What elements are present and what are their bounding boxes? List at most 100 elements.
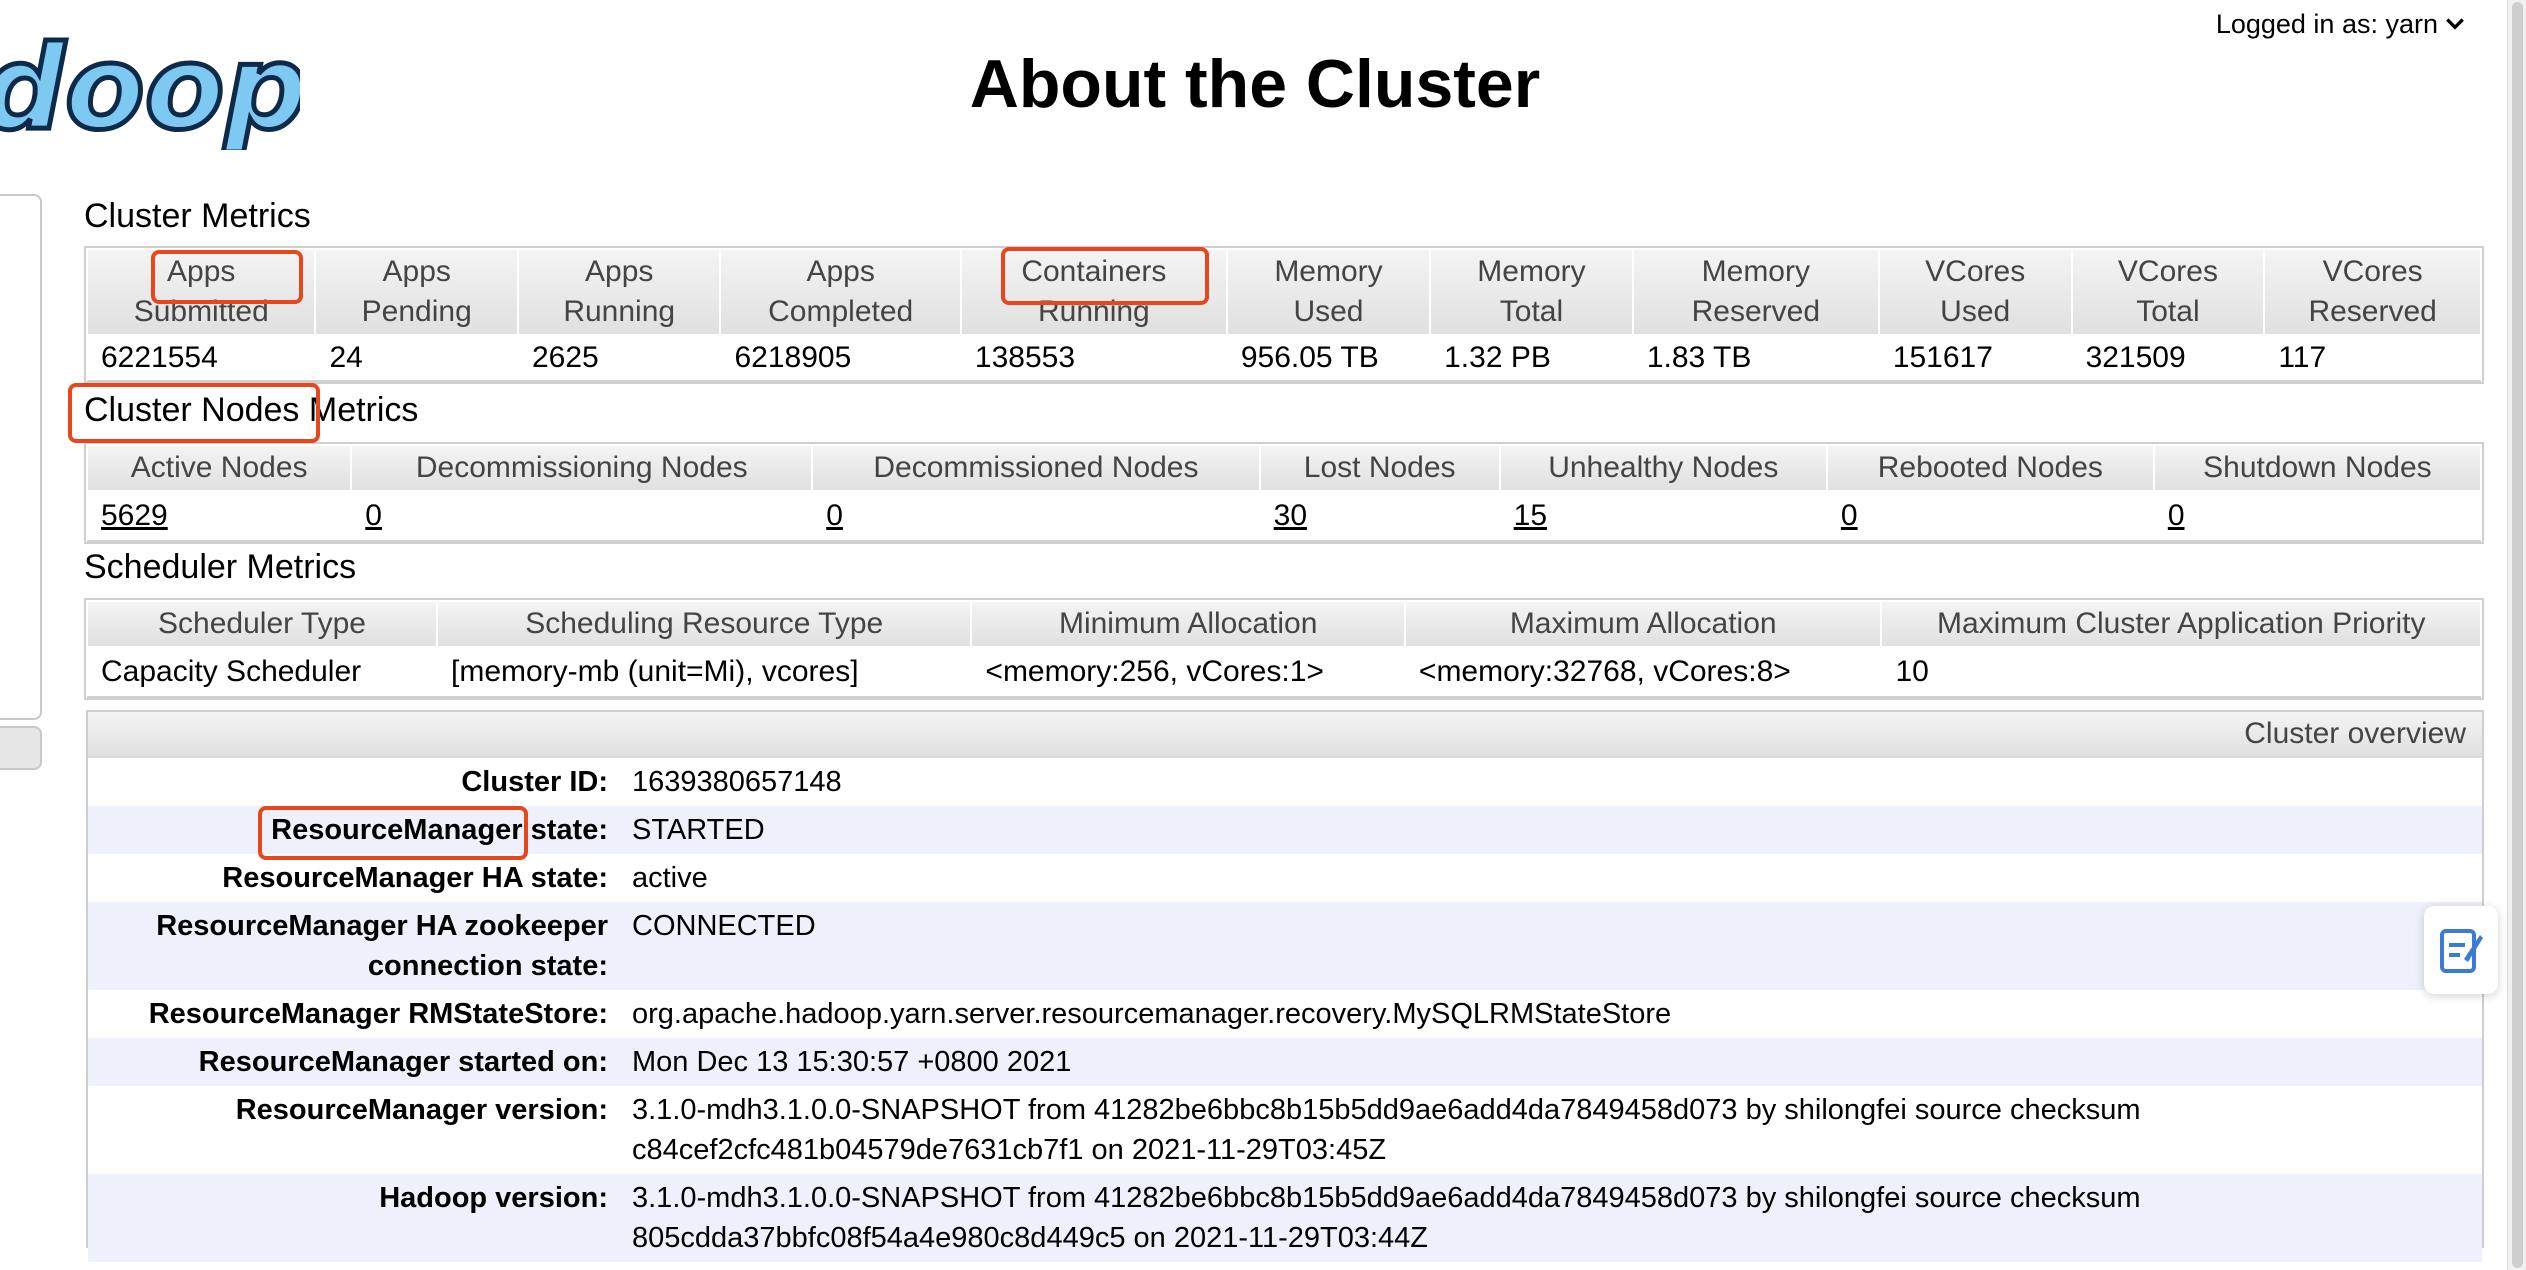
overview-label: Hadoop version: [379,1182,608,1214]
login-menu[interactable]: Logged in as: yarn [2216,4,2466,44]
metrics-column-header[interactable]: Apps Submitted [85,248,317,336]
sidebar-tools-panel[interactable] [0,726,42,770]
scheduler-column-header[interactable]: Minimum Allocation [970,600,1406,648]
nodes-count-link[interactable]: 0 [1841,499,1858,532]
scheduler-value-cell: [memory-mb (unit=Mi), vcores] [437,646,972,698]
header-line: Submitted [133,295,269,328]
login-label: Logged in as: yarn [2215,9,2438,39]
metrics-column-header[interactable]: Containers Running [959,248,1228,336]
overview-label: ResourceManager HA zookeeper connection … [156,910,608,982]
header-line: Running [563,295,676,328]
scheduler-metrics-title: Scheduler Metrics [84,548,357,586]
scheduler-column-header[interactable]: Scheduler Type [86,600,438,648]
header-line: Apps [167,255,236,288]
scheduler-column-header[interactable]: Maximum Cluster Application Priority [1880,600,2482,648]
overview-label: ResourceManager version: [235,1094,608,1126]
nodes-value-cell: 0 [2153,490,2481,542]
nodes-value-cell: 30 [1259,490,1500,542]
nodes-column-header[interactable]: Decommissioned Nodes [811,444,1261,492]
overview-label: ResourceManager HA state: [222,862,608,894]
overview-value: 1639380657148 [632,766,842,798]
cluster-metrics-title: Cluster Metrics [84,197,311,235]
nodes-count-link[interactable]: 5629 [101,499,168,532]
nodes-value-cell: 5629 [87,490,352,542]
metrics-column-header[interactable]: Memory Reserved [1631,248,1880,336]
overview-label: Cluster ID: [461,766,608,798]
metrics-column-header[interactable]: VCores Reserved [2263,248,2482,336]
header-line: Total [2136,295,2200,328]
metrics-column-header[interactable]: VCores Total [2070,248,2266,336]
nodes-count-link[interactable]: 30 [1274,499,1307,532]
cluster-nodes-title-part: Cluster Nodes [84,391,300,429]
nodes-value-cell: 0 [812,490,1260,542]
header-line: Memory [1477,255,1586,288]
header-line: Apps [585,255,654,288]
header-line: Reserved [1691,295,1821,328]
nodes-column-header[interactable]: Decommissioning Nodes [350,444,814,492]
overview-row: Hadoop version: 3.1.0-mdh3.1.0.0-SNAPSHOT… [88,1174,2482,1262]
nodes-column-header[interactable]: Lost Nodes [1258,444,1501,492]
header-line: Memory [1274,255,1383,288]
page-title: About the Cluster [969,46,1541,122]
overview-label-suffix: state: [522,814,608,846]
header-line: Apps [382,255,451,288]
page-scrollbar[interactable] [2507,0,2526,1270]
hadoop-logo[interactable]: doop [0,19,310,159]
overview-label: ResourceManager state: [88,806,632,854]
metrics-column-header[interactable]: Memory Total [1429,248,1634,336]
metrics-value-cell: 6221554 [87,334,316,382]
metrics-column-header[interactable]: Memory Used [1225,248,1432,336]
overview-value: Mon Dec 13 15:30:57 +0800 2021 [632,1046,1072,1078]
metrics-value-cell: 956.05 TB [1226,334,1431,382]
nodes-count-link[interactable]: 0 [2168,499,2185,532]
chevron-down-icon [2446,18,2464,30]
header-line: Total [1499,295,1564,328]
overview-row: ResourceManager state: STARTED [88,806,2482,854]
header-line: Reserved [2308,295,2437,328]
metrics-column-header[interactable]: Apps Pending [314,248,519,336]
cluster-nodes-metrics-table: Active Nodes Decommissioning Nodes Decommi… [84,442,2484,544]
overview-value: active [632,862,708,894]
metrics-column-header[interactable]: Apps Running [516,248,722,336]
nodes-column-header[interactable]: Rebooted Nodes [1825,444,2155,492]
feedback-button[interactable] [2424,906,2498,994]
scheduler-column-header[interactable]: Scheduling Resource Type [435,600,973,648]
overview-label: ResourceManager RMStateStore: [148,998,608,1030]
metrics-value-cell: 138553 [960,334,1227,382]
overview-row: ResourceManager version: 3.1.0-mdh3.1.0.0… [88,1086,2482,1174]
nodes-column-header[interactable]: Active Nodes [85,444,353,492]
overview-value: 3.1.0-mdh3.1.0.0-SNAPSHOT from 41282be6b… [632,1094,2141,1166]
scheduler-value-cell: 10 [1881,646,2481,698]
cluster-metrics-table: Apps Submitted Apps Pending Apps Running Apps C… [84,246,2484,384]
metrics-value-cell: 1.32 PB [1430,334,1633,382]
header-line: VCores [2117,255,2218,288]
scheduler-column-header[interactable]: Maximum Allocation [1403,600,1883,648]
nodes-count-link[interactable]: 0 [826,499,843,532]
metrics-value-cell: 6218905 [720,334,961,382]
metrics-value-cell: 321509 [2071,334,2265,382]
header-line: Used [1940,295,2011,328]
cluster-overview-header[interactable]: Cluster overview [88,712,2482,758]
metrics-value-cell: 2625 [517,334,721,382]
nodes-count-link[interactable]: 0 [365,499,382,532]
overview-label: ResourceManager started on: [198,1046,608,1078]
cluster-nodes-metrics-title: Cluster Nodes Metrics [84,388,418,432]
nodes-column-header[interactable]: Shutdown Nodes [2152,444,2483,492]
metrics-value-cell: 117 [2264,334,2481,382]
header-line: Apps [806,255,875,288]
overview-value: org.apache.hadoop.yarn.server.resourcema… [632,998,1672,1030]
overview-row: ResourceManager started on: Mon Dec 13 15… [88,1038,2482,1086]
metrics-column-header[interactable]: Apps Completed [719,248,962,336]
nodes-count-link[interactable]: 15 [1514,499,1547,532]
overview-row: Cluster ID: 1639380657148 [88,758,2482,806]
scheduler-value-cell: <memory:32768, vCores:8> [1404,646,1882,698]
overview-row: ResourceManager RMStateStore: org.apache.… [88,990,2482,1038]
nodes-value-cell: 15 [1499,490,1827,542]
metrics-value-cell: 151617 [1878,334,2072,382]
scrollbar-thumb[interactable] [2512,2,2523,1268]
cluster-overview-panel: Cluster overview Cluster ID: 163938065714… [86,710,2484,1262]
nodes-column-header[interactable]: Unhealthy Nodes [1498,444,1828,492]
header-line: VCores [2322,255,2423,288]
metrics-title-part: Metrics [299,391,419,429]
metrics-column-header[interactable]: VCores Used [1877,248,2073,336]
